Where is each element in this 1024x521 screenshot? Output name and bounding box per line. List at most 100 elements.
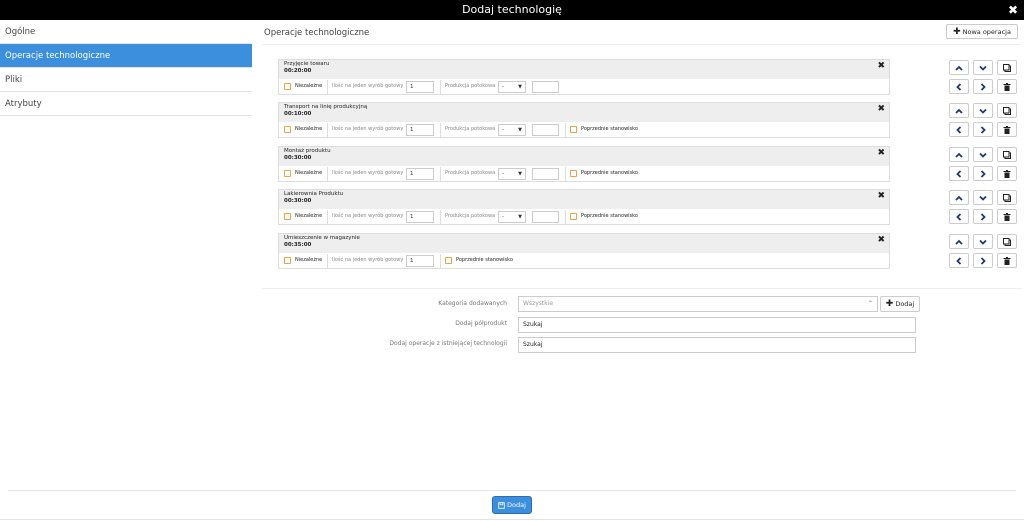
independent-checkbox[interactable] [284,170,291,177]
operation-card: Lakierownia Produktu 00:30:00 ✖ Niezależ… [278,189,890,225]
operation-header: Przyjęcie towaru 00:20:00 ✖ [279,60,889,79]
delete-button[interactable] [997,253,1017,268]
category-select[interactable]: Wszystkie ⌃ [518,296,878,312]
sidebar-item-general[interactable]: Ogólne [0,20,252,44]
move-down-button[interactable] [973,147,993,162]
move-up-button[interactable] [949,147,969,162]
batch-select[interactable]: - ▼ [498,81,526,93]
delete-button[interactable] [997,122,1017,137]
main-panel: Operacje technologiczne ✚ Nowa operacja … [252,20,1024,490]
remove-operation-icon[interactable]: ✖ [877,191,885,201]
move-up-button[interactable] [949,234,969,249]
chevron-right-icon [980,82,986,91]
new-operation-button[interactable]: ✚ Nowa operacja [946,24,1018,39]
save-icon [498,501,505,509]
chevron-down-icon [979,152,987,158]
operation-header: Umieszczenie w magazynie 00:35:00 ✖ [279,234,889,253]
sidebar-item-operations[interactable]: Operacje technologiczne [0,44,252,68]
batch-select[interactable]: - ▼ [498,124,526,136]
qty-input[interactable]: 1 [406,211,434,223]
move-right-button[interactable] [973,79,993,94]
prev-station-label: Poprzednie stanowisko [581,213,638,219]
copy-button[interactable] [997,190,1017,205]
move-up-button[interactable] [949,60,969,75]
sidebar-item-attributes[interactable]: Atrybuty [0,92,252,116]
chevron-right-icon [980,212,986,221]
remove-operation-icon[interactable]: ✖ [877,235,885,245]
move-down-button[interactable] [973,60,993,75]
move-left-button[interactable] [949,122,969,137]
move-left-button[interactable] [949,209,969,224]
chevron-up-icon [955,152,963,158]
caret-down-icon: ⌃ [867,300,873,307]
delete-button[interactable] [997,166,1017,181]
move-right-button[interactable] [973,253,993,268]
close-icon[interactable]: ✖ [1008,0,1018,20]
section-title: Operacje technologiczne [264,28,370,38]
separator [440,167,441,181]
batch-select-value: - [502,127,504,133]
move-left-button[interactable] [949,79,969,94]
existing-tech-label: Dodaj operacje z istniejącej technologii [389,340,507,347]
copy-button[interactable] [997,147,1017,162]
copy-button[interactable] [997,60,1017,75]
move-left-button[interactable] [949,166,969,181]
move-right-button[interactable] [973,122,993,137]
semi-product-search-input[interactable]: Szukaj [518,317,916,333]
trash-icon [1003,169,1011,178]
batch-input[interactable] [532,124,559,136]
remove-operation-icon[interactable]: ✖ [877,61,885,71]
prev-station-checkbox[interactable] [445,257,452,264]
prev-station-checkbox[interactable] [570,126,577,133]
batch-input[interactable] [532,81,559,93]
delete-button[interactable] [997,209,1017,224]
remove-operation-icon[interactable]: ✖ [877,148,885,158]
sidebar-item-files[interactable]: Pliki [0,68,252,92]
chevron-down-icon [979,108,987,114]
separator [440,123,441,137]
caret-down-icon: ▼ [518,214,522,220]
independent-checkbox[interactable] [284,83,291,90]
existing-tech-search-input[interactable]: Szukaj [518,337,916,353]
operation-header: Montaż produktu 00:30:00 ✖ [279,147,889,166]
batch-select[interactable]: - ▼ [498,168,526,180]
operation-name: Przyjęcie towaru [284,61,330,67]
move-up-button[interactable] [949,103,969,118]
copy-icon [1003,106,1011,115]
move-down-button[interactable] [973,103,993,118]
move-left-button[interactable] [949,253,969,268]
qty-input[interactable]: 1 [406,81,434,93]
move-right-button[interactable] [973,166,993,181]
delete-button[interactable] [997,79,1017,94]
remove-operation-icon[interactable]: ✖ [877,104,885,114]
operation-name: Umieszczenie w magazynie [284,235,360,241]
qty-input[interactable]: 1 [406,124,434,136]
batch-select[interactable]: - ▼ [498,211,526,223]
independent-checkbox[interactable] [284,126,291,133]
batch-input[interactable] [532,211,559,223]
move-down-button[interactable] [973,190,993,205]
semi-product-label: Dodaj półprodukt [455,320,507,327]
trash-icon [1003,256,1011,265]
move-down-button[interactable] [973,234,993,249]
prev-station-checkbox[interactable] [570,170,577,177]
trash-icon [1003,125,1011,134]
move-up-button[interactable] [949,190,969,205]
prev-station-checkbox[interactable] [570,213,577,220]
independent-checkbox[interactable] [284,213,291,220]
plus-icon: ✚ [885,299,894,309]
submit-button[interactable]: Dodaj [492,496,532,514]
batch-select-value: - [502,214,504,220]
new-operation-label: Nowa operacja [962,27,1011,36]
operation-card: Montaż produktu 00:30:00 ✖ Niezależne Il… [278,146,890,182]
add-button[interactable]: ✚ Dodaj [880,296,920,312]
divider [262,44,1022,45]
move-right-button[interactable] [973,209,993,224]
copy-button[interactable] [997,234,1017,249]
batch-input[interactable] [532,168,559,180]
copy-button[interactable] [997,103,1017,118]
independent-checkbox[interactable] [284,257,291,264]
independent-label: Niezależne [295,213,323,219]
qty-input[interactable]: 1 [406,255,434,267]
qty-input[interactable]: 1 [406,168,434,180]
